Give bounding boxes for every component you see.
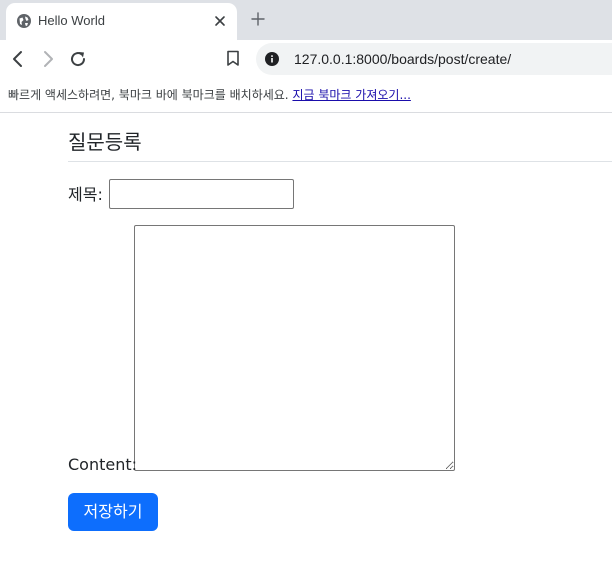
browser-tab[interactable]: Hello World [6, 3, 237, 40]
content-textarea[interactable] [134, 225, 455, 471]
bookmark-icon[interactable] [224, 49, 242, 67]
tab-title: Hello World [38, 13, 105, 28]
tab-strip: Hello World [0, 0, 612, 40]
page-content: 질문등록 제목: Content: 저장하기 [0, 114, 612, 580]
bookmarks-bar-message: 빠르게 액세스하려면, 북마크 바에 북마크를 배치하세요. 지금 북마크 가져… [8, 87, 411, 103]
url-text[interactable]: 127.0.0.1:8000/boards/post/create/ [294, 50, 511, 68]
subject-label: 제목: [68, 185, 103, 204]
title-divider [68, 161, 612, 162]
page-title: 질문등록 [68, 130, 142, 154]
browser-toolbar: 127.0.0.1:8000/boards/post/create/ [0, 40, 612, 78]
address-bar[interactable]: 127.0.0.1:8000/boards/post/create/ [256, 43, 612, 75]
globe-icon [17, 14, 31, 28]
content-label: Content: [68, 455, 138, 474]
reload-icon[interactable] [68, 49, 88, 69]
bookmarks-bar: 빠르게 액세스하려면, 북마크 바에 북마크를 배치하세요. 지금 북마크 가져… [0, 78, 612, 113]
back-arrow-icon[interactable] [8, 49, 28, 69]
plus-icon[interactable] [249, 10, 267, 28]
close-icon[interactable] [212, 13, 228, 29]
import-bookmarks-link[interactable]: 지금 북마크 가져오기... [292, 88, 410, 102]
save-button[interactable]: 저장하기 [68, 493, 158, 531]
forward-arrow-icon[interactable] [38, 49, 58, 69]
bookmarks-bar-prompt: 빠르게 액세스하려면, 북마크 바에 북마크를 배치하세요. [8, 88, 289, 102]
subject-input[interactable] [109, 179, 294, 209]
info-icon[interactable] [265, 52, 279, 66]
